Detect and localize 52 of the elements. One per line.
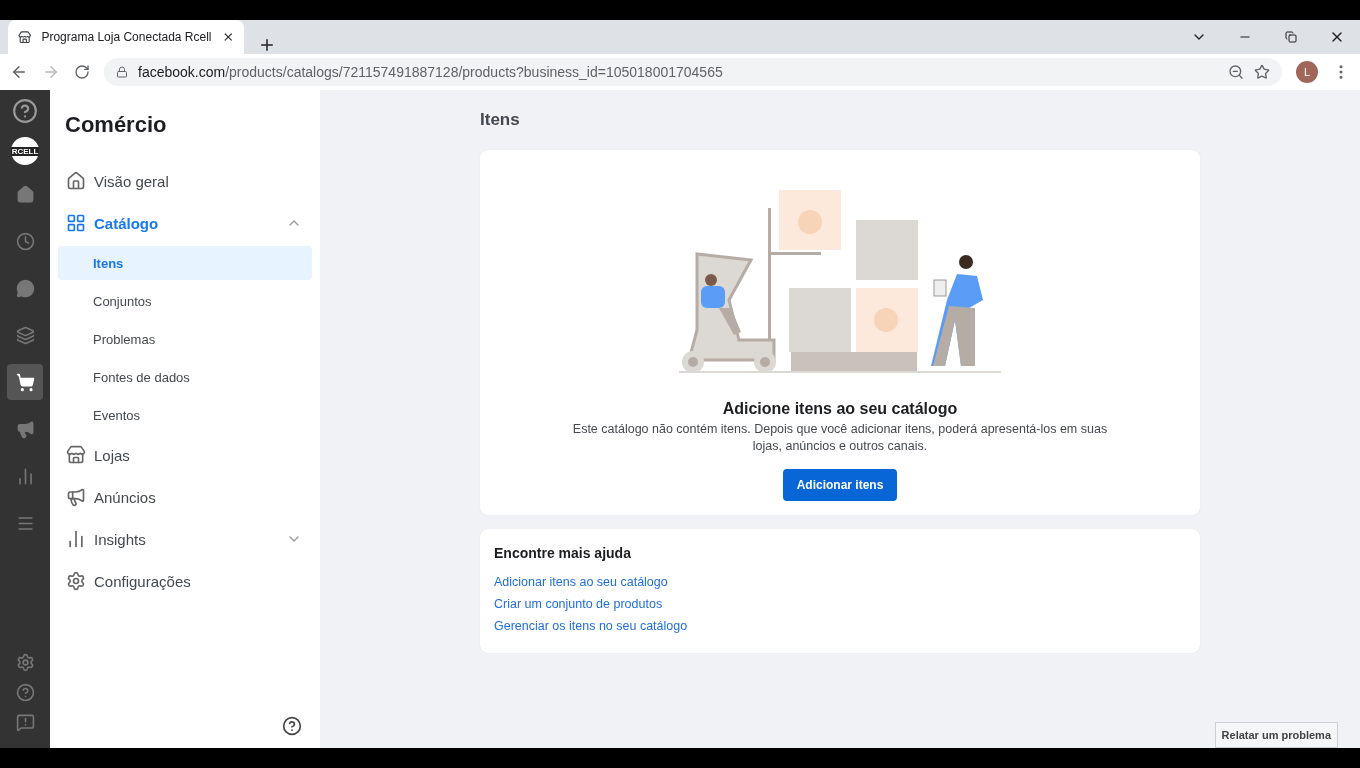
sidebar-subitem[interactable]: Problemas [58,322,312,356]
restore-icon[interactable] [1285,31,1297,43]
grid-icon [66,213,86,233]
home-icon [15,184,35,204]
add-items-button[interactable]: Adicionar itens [782,469,898,501]
lock-icon [116,66,128,78]
empty-state-title: Adicione itens ao seu catálogo [722,400,958,418]
sidebar-item[interactable]: Configurações [58,562,312,600]
address-bar[interactable]: facebook.com/products/catalogs/721157491887128/products?business_id=105018001704565 [104,58,1282,86]
browser-tab[interactable]: Programa Loja Conectada Rcell [8,20,244,54]
sidebar-subitem[interactable]: Itens [58,246,312,280]
chat-icon [15,278,35,298]
cart-rail-button[interactable] [7,364,43,400]
tab-title: Programa Loja Conectada Rcell [41,30,212,44]
store-icon [66,445,86,465]
account-logo[interactable]: RCELL [11,137,39,165]
clock-icon [15,231,35,251]
new-tab-icon[interactable] [258,36,276,54]
help-link[interactable]: Adicionar itens ao seu catálogo [494,575,1186,589]
megaphone-icon [15,419,35,439]
chart-icon [66,529,86,549]
sidebar-subitem[interactable]: Fontes de dados [58,360,312,394]
home-icon [66,171,86,191]
zoom-icon[interactable] [1228,64,1244,80]
bookmark-star-icon[interactable] [1254,64,1270,80]
help-icon[interactable] [282,716,302,736]
empty-state-description: Este catálogo não contém itens. Depois que você adicionar itens, poderá apresentá-los em suas lojas, anúncios e outros canais. [571,421,1109,455]
section-title: Comércio [64,111,168,139]
page-heading: Itens [480,109,521,131]
reload-icon[interactable] [74,64,90,80]
sidebar-subitem[interactable]: Conjuntos [58,284,312,318]
megaphone-icon [66,487,86,507]
pages-icon [15,325,35,345]
settings-icon[interactable] [15,653,35,672]
page-favicon-icon [18,29,32,45]
sidebar-item[interactable]: Anúncios [58,478,312,516]
help-link[interactable]: Gerenciar os itens no seu catálogo [494,619,1186,633]
sidebar-item[interactable]: Catálogo [58,204,312,242]
feedback-icon[interactable] [15,713,35,732]
profile-avatar[interactable]: L [1296,61,1318,83]
sidebar-subitem[interactable]: Eventos [58,398,312,432]
sidebar-item[interactable]: Lojas [58,436,312,474]
sidebar-item[interactable]: Visão geral [58,162,312,200]
url-text: facebook.com/products/catalogs/721157491887128/products?business_id=105018001704565 [138,64,723,80]
help-link[interactable]: Criar um conjunto de produtos [494,597,1186,611]
back-icon[interactable] [10,63,28,81]
gear-icon [66,571,86,591]
report-problem-button[interactable]: Relatar um problema [1214,722,1338,748]
cart-icon [15,372,35,392]
sidebar-item[interactable]: Insights [58,520,312,558]
forward-icon[interactable] [42,63,60,81]
help-card-title: Encontre mais ajuda [494,545,632,561]
